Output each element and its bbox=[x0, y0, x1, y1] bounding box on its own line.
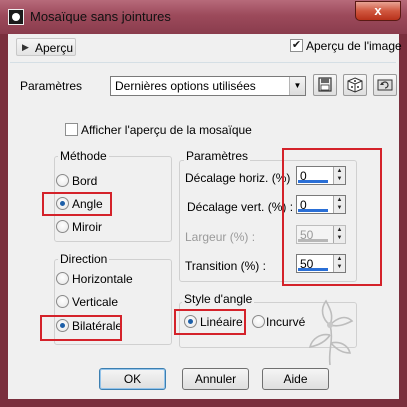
apercu-image-checkbox[interactable]: ✔ bbox=[290, 39, 303, 52]
dialog-body: ▶ Aperçu ✔ Aperçu de l'image Paramètres … bbox=[8, 34, 402, 399]
spinner-arrows-icon: ▲ ▼ bbox=[333, 226, 345, 243]
dice-icon bbox=[347, 77, 363, 93]
floral-watermark-icon bbox=[308, 299, 354, 366]
largeur-label: Largeur (%) : bbox=[185, 230, 256, 244]
preset-dropdown[interactable]: Dernières options utilisées ▼ bbox=[110, 76, 306, 96]
style-lineaire-label: Linéaire bbox=[200, 315, 243, 329]
largeur-slider bbox=[298, 239, 328, 242]
apercu-image-label: Aperçu de l'image bbox=[306, 39, 402, 53]
direction-bilaterale-label: Bilatérale bbox=[72, 319, 123, 333]
transition-slider[interactable] bbox=[298, 268, 328, 271]
separator bbox=[10, 62, 396, 63]
dialog-window: Mosaïque sans jointures x ▶ Aperçu ✔ Ape… bbox=[0, 0, 407, 407]
direction-verticale-label: Verticale bbox=[72, 295, 119, 309]
save-preset-button[interactable] bbox=[313, 74, 337, 96]
direction-verticale-radio[interactable] bbox=[56, 295, 69, 308]
methode-miroir-radio[interactable] bbox=[56, 220, 69, 233]
save-icon bbox=[318, 77, 332, 92]
methode-bord-label: Bord bbox=[72, 174, 98, 188]
spinner-arrows-icon[interactable]: ▲ ▼ bbox=[333, 255, 345, 272]
apercu-toggle-button[interactable]: ▶ Aperçu bbox=[16, 38, 76, 56]
decalage-horiz-spinner[interactable]: 0 ▲ ▼ bbox=[296, 166, 346, 185]
style-incurve-radio[interactable] bbox=[252, 315, 265, 328]
direction-title: Direction bbox=[58, 252, 110, 266]
afficher-apercu-label: Afficher l'aperçu de la mosaïque bbox=[81, 123, 252, 137]
parametres-title: Paramètres bbox=[184, 149, 251, 163]
transition-label: Transition (%) : bbox=[185, 259, 266, 273]
ok-button[interactable]: OK bbox=[99, 368, 166, 390]
transition-spinner[interactable]: 50 ▲ ▼ bbox=[296, 254, 346, 273]
decalage-vert-spinner[interactable]: 0 ▲ ▼ bbox=[296, 195, 346, 214]
cancel-button[interactable]: Annuler bbox=[182, 368, 249, 390]
reset-preset-button[interactable] bbox=[373, 74, 397, 96]
decalage-horiz-slider[interactable] bbox=[298, 180, 328, 183]
help-button[interactable]: Aide bbox=[262, 368, 329, 390]
decalage-vert-slider[interactable] bbox=[298, 209, 328, 212]
afficher-apercu-checkbox[interactable] bbox=[65, 123, 78, 136]
methode-angle-radio[interactable] bbox=[56, 197, 69, 210]
largeur-spinner: 50 ▲ ▼ bbox=[296, 225, 346, 244]
direction-horizontale-label: Horizontale bbox=[72, 272, 133, 286]
decalage-vert-label: Décalage vert. (%) : bbox=[187, 200, 294, 214]
random-preset-button[interactable] bbox=[343, 74, 367, 96]
preset-value: Dernières options utilisées bbox=[115, 79, 256, 93]
spinner-arrows-icon[interactable]: ▲ ▼ bbox=[333, 196, 345, 213]
apercu-label: Aperçu bbox=[35, 41, 74, 55]
methode-bord-radio[interactable] bbox=[56, 174, 69, 187]
methode-miroir-label: Miroir bbox=[72, 220, 102, 234]
direction-bilaterale-radio[interactable] bbox=[56, 319, 69, 332]
methode-title: Méthode bbox=[58, 149, 109, 163]
decalage-horiz-label: Décalage horiz. (%) bbox=[185, 171, 291, 185]
style-angle-title: Style d'angle bbox=[182, 292, 255, 306]
expand-arrow-icon: ▶ bbox=[22, 42, 29, 52]
parametres-label: Paramètres bbox=[20, 79, 83, 93]
spinner-arrows-icon[interactable]: ▲ ▼ bbox=[333, 167, 345, 184]
methode-angle-label: Angle bbox=[72, 197, 103, 211]
style-lineaire-radio[interactable] bbox=[184, 315, 197, 328]
chevron-down-icon: ▼ bbox=[289, 77, 305, 95]
reset-icon bbox=[377, 79, 393, 91]
direction-horizontale-radio[interactable] bbox=[56, 272, 69, 285]
